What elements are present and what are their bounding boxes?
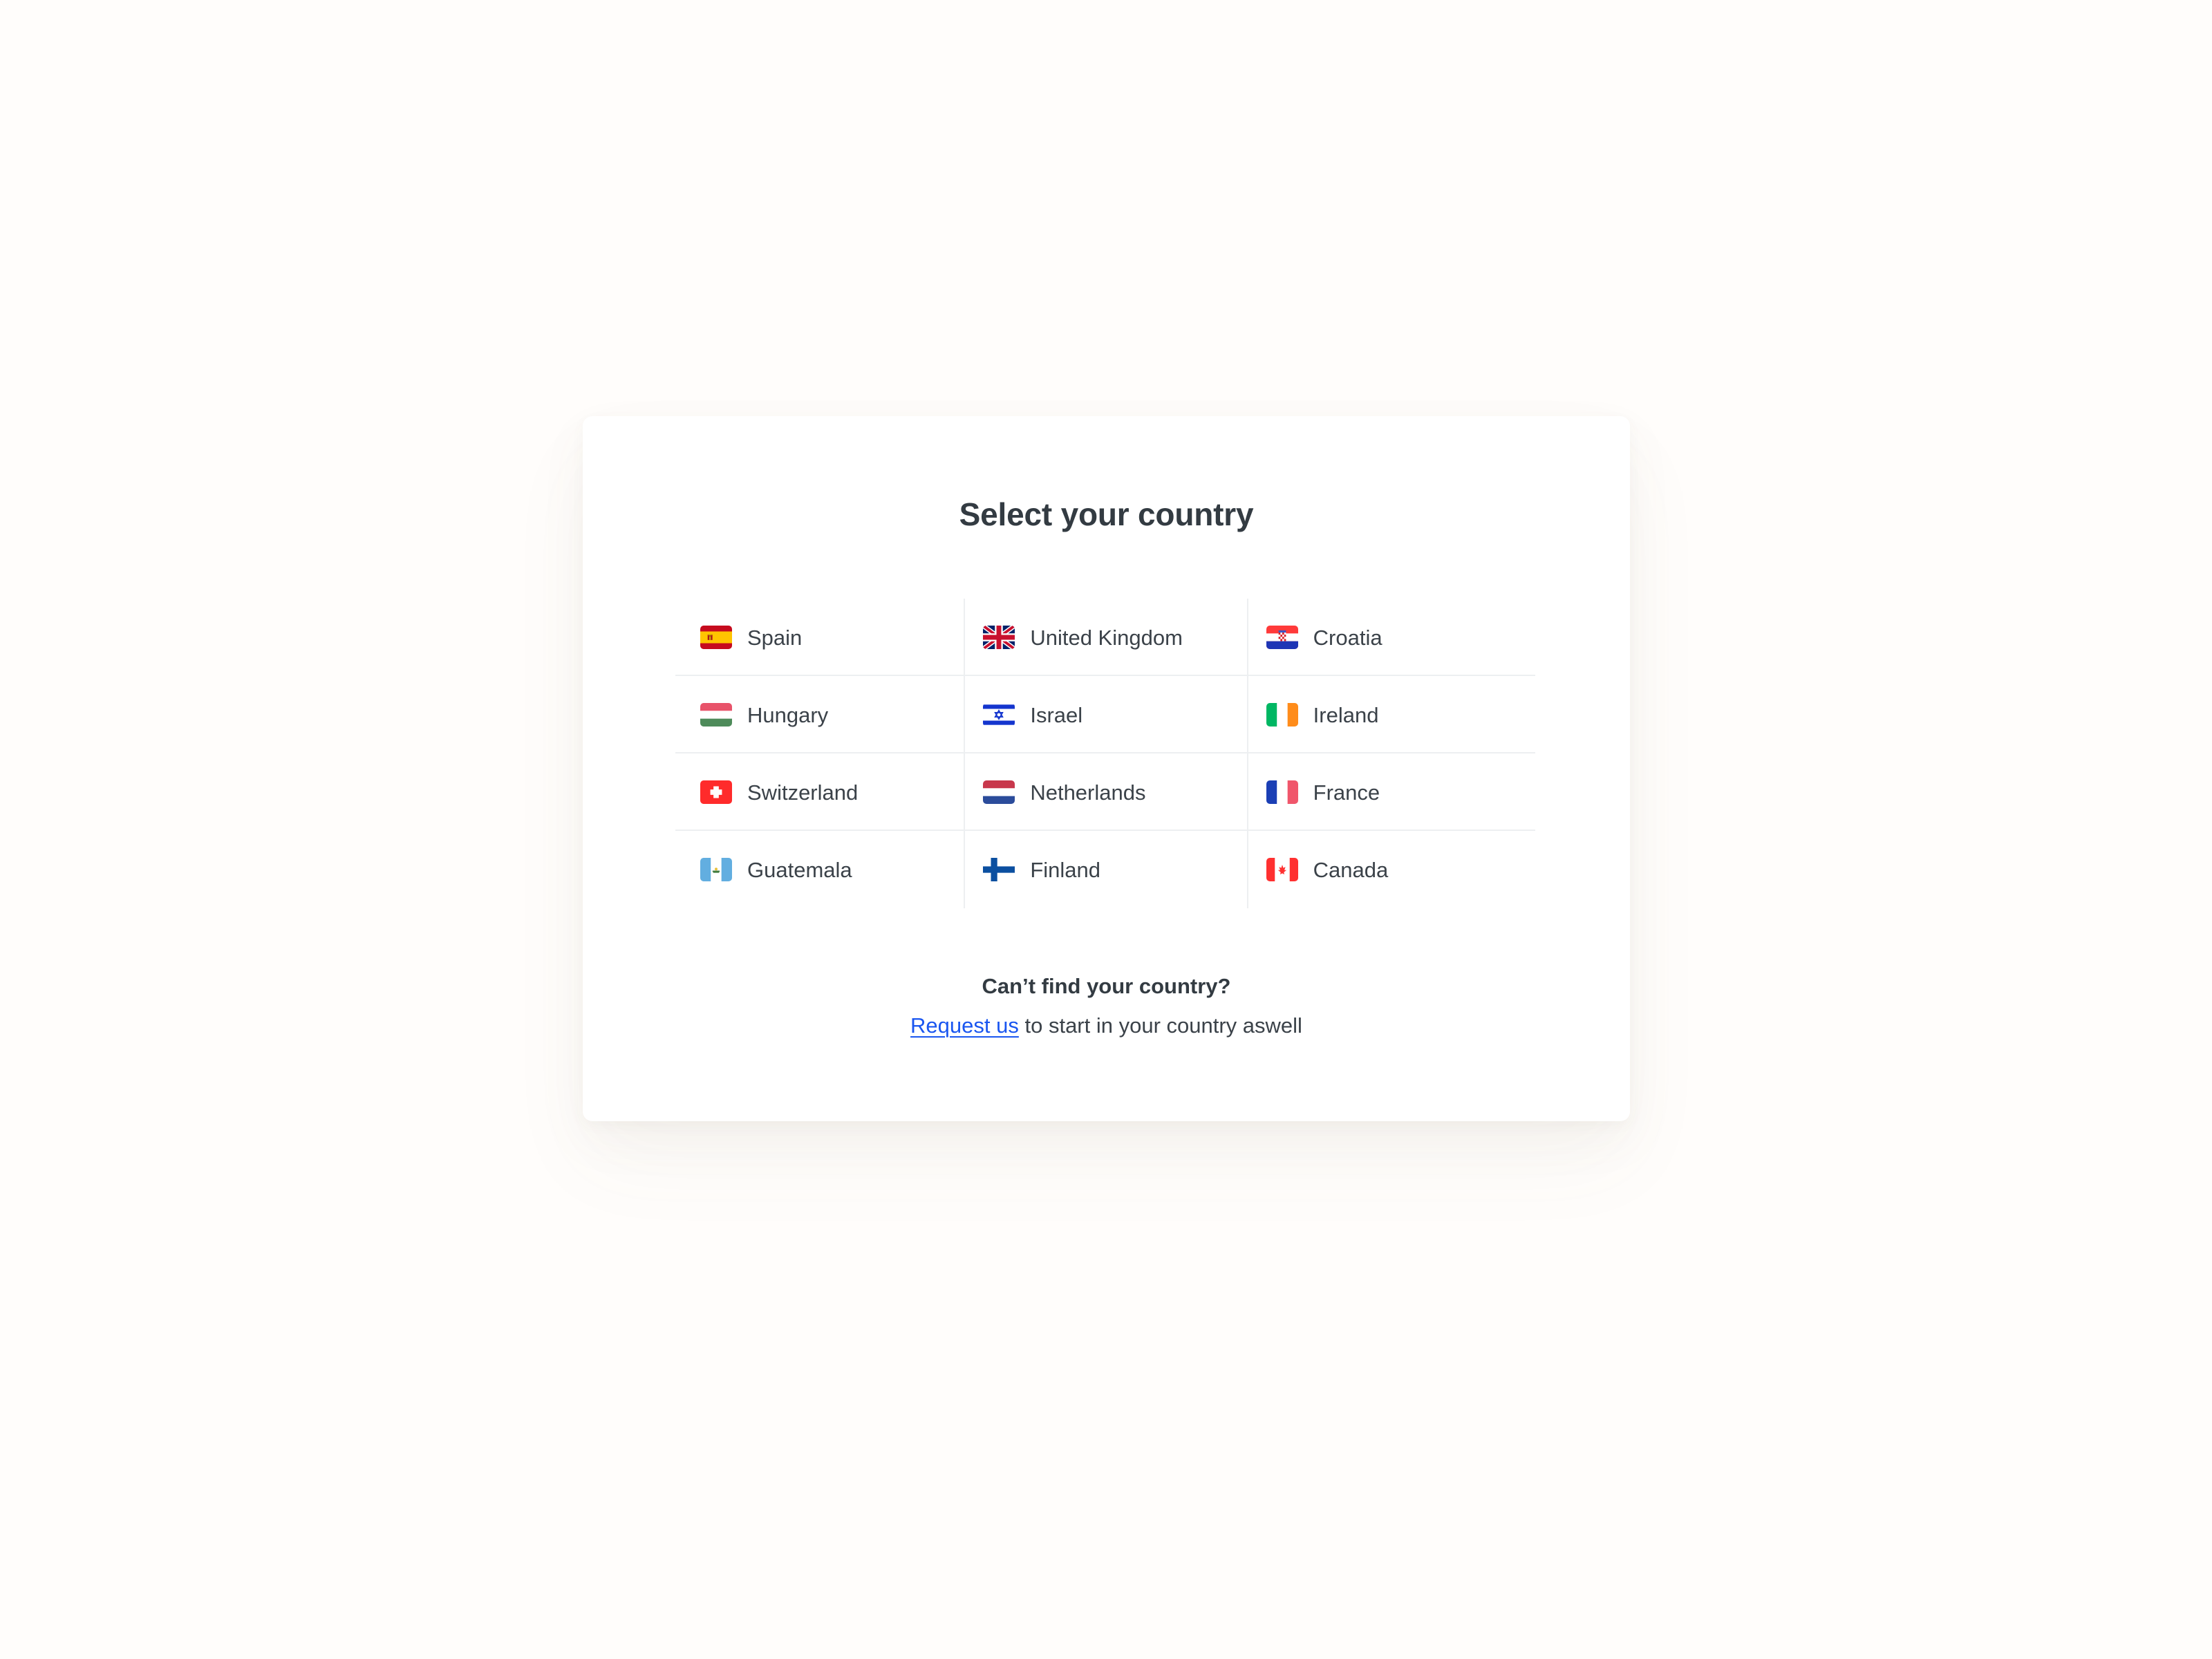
request-us-link[interactable]: Request us <box>910 1013 1019 1038</box>
flag-switzerland-icon <box>700 780 732 804</box>
country-option-guatemala[interactable]: Guatemala <box>681 831 964 908</box>
country-option-france[interactable]: France <box>1246 753 1536 831</box>
country-label: Spain <box>747 625 803 650</box>
footer-subtext: Request us to start in your country aswe… <box>583 1013 1630 1038</box>
flag-croatia-icon <box>1266 626 1298 649</box>
country-option-canada[interactable]: Canada <box>1246 831 1530 908</box>
country-option-ireland[interactable]: Ireland <box>1246 676 1536 753</box>
country-option-netherlands[interactable]: Netherlands <box>964 753 1247 831</box>
flag-canada-icon <box>1266 858 1298 881</box>
flag-finland-icon <box>983 858 1015 881</box>
country-option-switzerland[interactable]: Switzerland <box>675 753 964 831</box>
country-label: Canada <box>1313 857 1389 882</box>
flag-netherlands-icon <box>983 780 1015 804</box>
country-option-hungary[interactable]: Hungary <box>675 676 964 753</box>
country-option-spain[interactable]: Spain <box>675 599 964 676</box>
country-label: Guatemala <box>747 857 852 882</box>
country-label: France <box>1313 780 1380 805</box>
flag-israel-icon <box>983 703 1015 727</box>
country-option-finland[interactable]: Finland <box>964 831 1246 908</box>
country-selector-card: Select your country Spain United Kingdom <box>583 416 1630 1121</box>
flag-ireland-icon <box>1266 703 1298 727</box>
country-label: Netherlands <box>1030 780 1146 805</box>
flag-united-kingdom-icon <box>983 626 1015 649</box>
footer-heading: Can’t find your country? <box>982 974 1231 998</box>
country-option-united-kingdom[interactable]: United Kingdom <box>964 599 1247 676</box>
page-title: Select your country <box>959 496 1254 532</box>
country-grid: Spain United Kingdom Croatia Hungary Isr… <box>675 599 1536 908</box>
flag-spain-icon <box>700 626 732 649</box>
country-label: Israel <box>1030 702 1083 727</box>
country-label: Croatia <box>1313 625 1382 650</box>
footer: Can’t find your country? Request us to s… <box>583 973 1630 1038</box>
country-option-israel[interactable]: Israel <box>964 676 1247 753</box>
country-label: Hungary <box>747 702 829 727</box>
country-label: Finland <box>1030 857 1101 882</box>
country-label: Ireland <box>1313 702 1379 727</box>
flag-guatemala-icon <box>700 858 732 881</box>
country-label: United Kingdom <box>1030 625 1183 650</box>
flag-france-icon <box>1266 780 1298 804</box>
page-root: Select your country Spain United Kingdom <box>0 0 2212 1659</box>
footer-trailing-text: to start in your country aswell <box>1018 1013 1302 1038</box>
flag-hungary-icon <box>700 703 732 727</box>
country-label: Switzerland <box>747 780 859 805</box>
country-option-croatia[interactable]: Croatia <box>1246 599 1536 676</box>
